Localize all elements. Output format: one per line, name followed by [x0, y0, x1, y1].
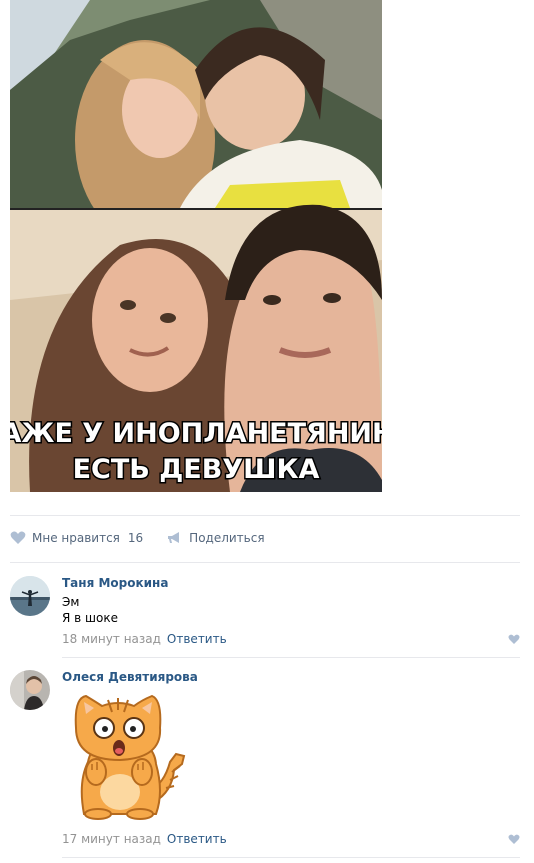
like-count: 16 — [127, 531, 144, 545]
comment-author[interactable]: Олеся Девятиярова — [62, 670, 198, 684]
post-actions: Мне нравится 16 Поделиться — [10, 526, 265, 550]
avatar-image — [10, 576, 50, 616]
comment: Таня Морокина Эм Я в шоке 18 минут назад… — [10, 576, 520, 648]
share-button[interactable]: Поделиться — [167, 531, 265, 545]
megaphone-icon — [168, 532, 180, 543]
comment: Олеся Девятиярова 17 минут назад Ответить — [10, 670, 520, 848]
comment-time[interactable]: 17 минут назад — [62, 832, 161, 846]
divider — [62, 857, 520, 858]
like-label: Мне нравится — [32, 531, 120, 545]
comment-like-icon[interactable] — [508, 834, 520, 845]
post-image[interactable]: ДАЖЕ У ИНОПЛАНЕТЯНИНА ЕСТЬ ДЕВУШКА — [10, 0, 382, 492]
avatar[interactable] — [10, 670, 50, 710]
like-button[interactable]: Мне нравится 16 — [10, 531, 143, 545]
cat-sticker — [74, 694, 186, 820]
meme-caption-line1: ДАЖЕ У ИНОПЛАНЕТЯНИНА — [10, 418, 382, 449]
avatar[interactable] — [10, 576, 50, 616]
heart-icon — [10, 531, 26, 544]
comment-text-line: Я в шоке — [62, 611, 118, 625]
comment-author[interactable]: Таня Морокина — [62, 576, 168, 590]
meme-caption-line2: ЕСТЬ ДЕВУШКА — [73, 454, 320, 485]
reply-link[interactable]: Ответить — [167, 832, 227, 846]
divider — [62, 657, 520, 658]
comment-text-line: Эм — [62, 595, 80, 609]
reply-link[interactable]: Ответить — [167, 632, 227, 646]
divider — [10, 515, 520, 516]
avatar-image — [10, 670, 50, 710]
comment-like-icon[interactable] — [508, 634, 520, 645]
comment-time[interactable]: 18 минут назад — [62, 632, 161, 646]
divider — [10, 562, 520, 563]
share-label: Поделиться — [189, 531, 265, 545]
